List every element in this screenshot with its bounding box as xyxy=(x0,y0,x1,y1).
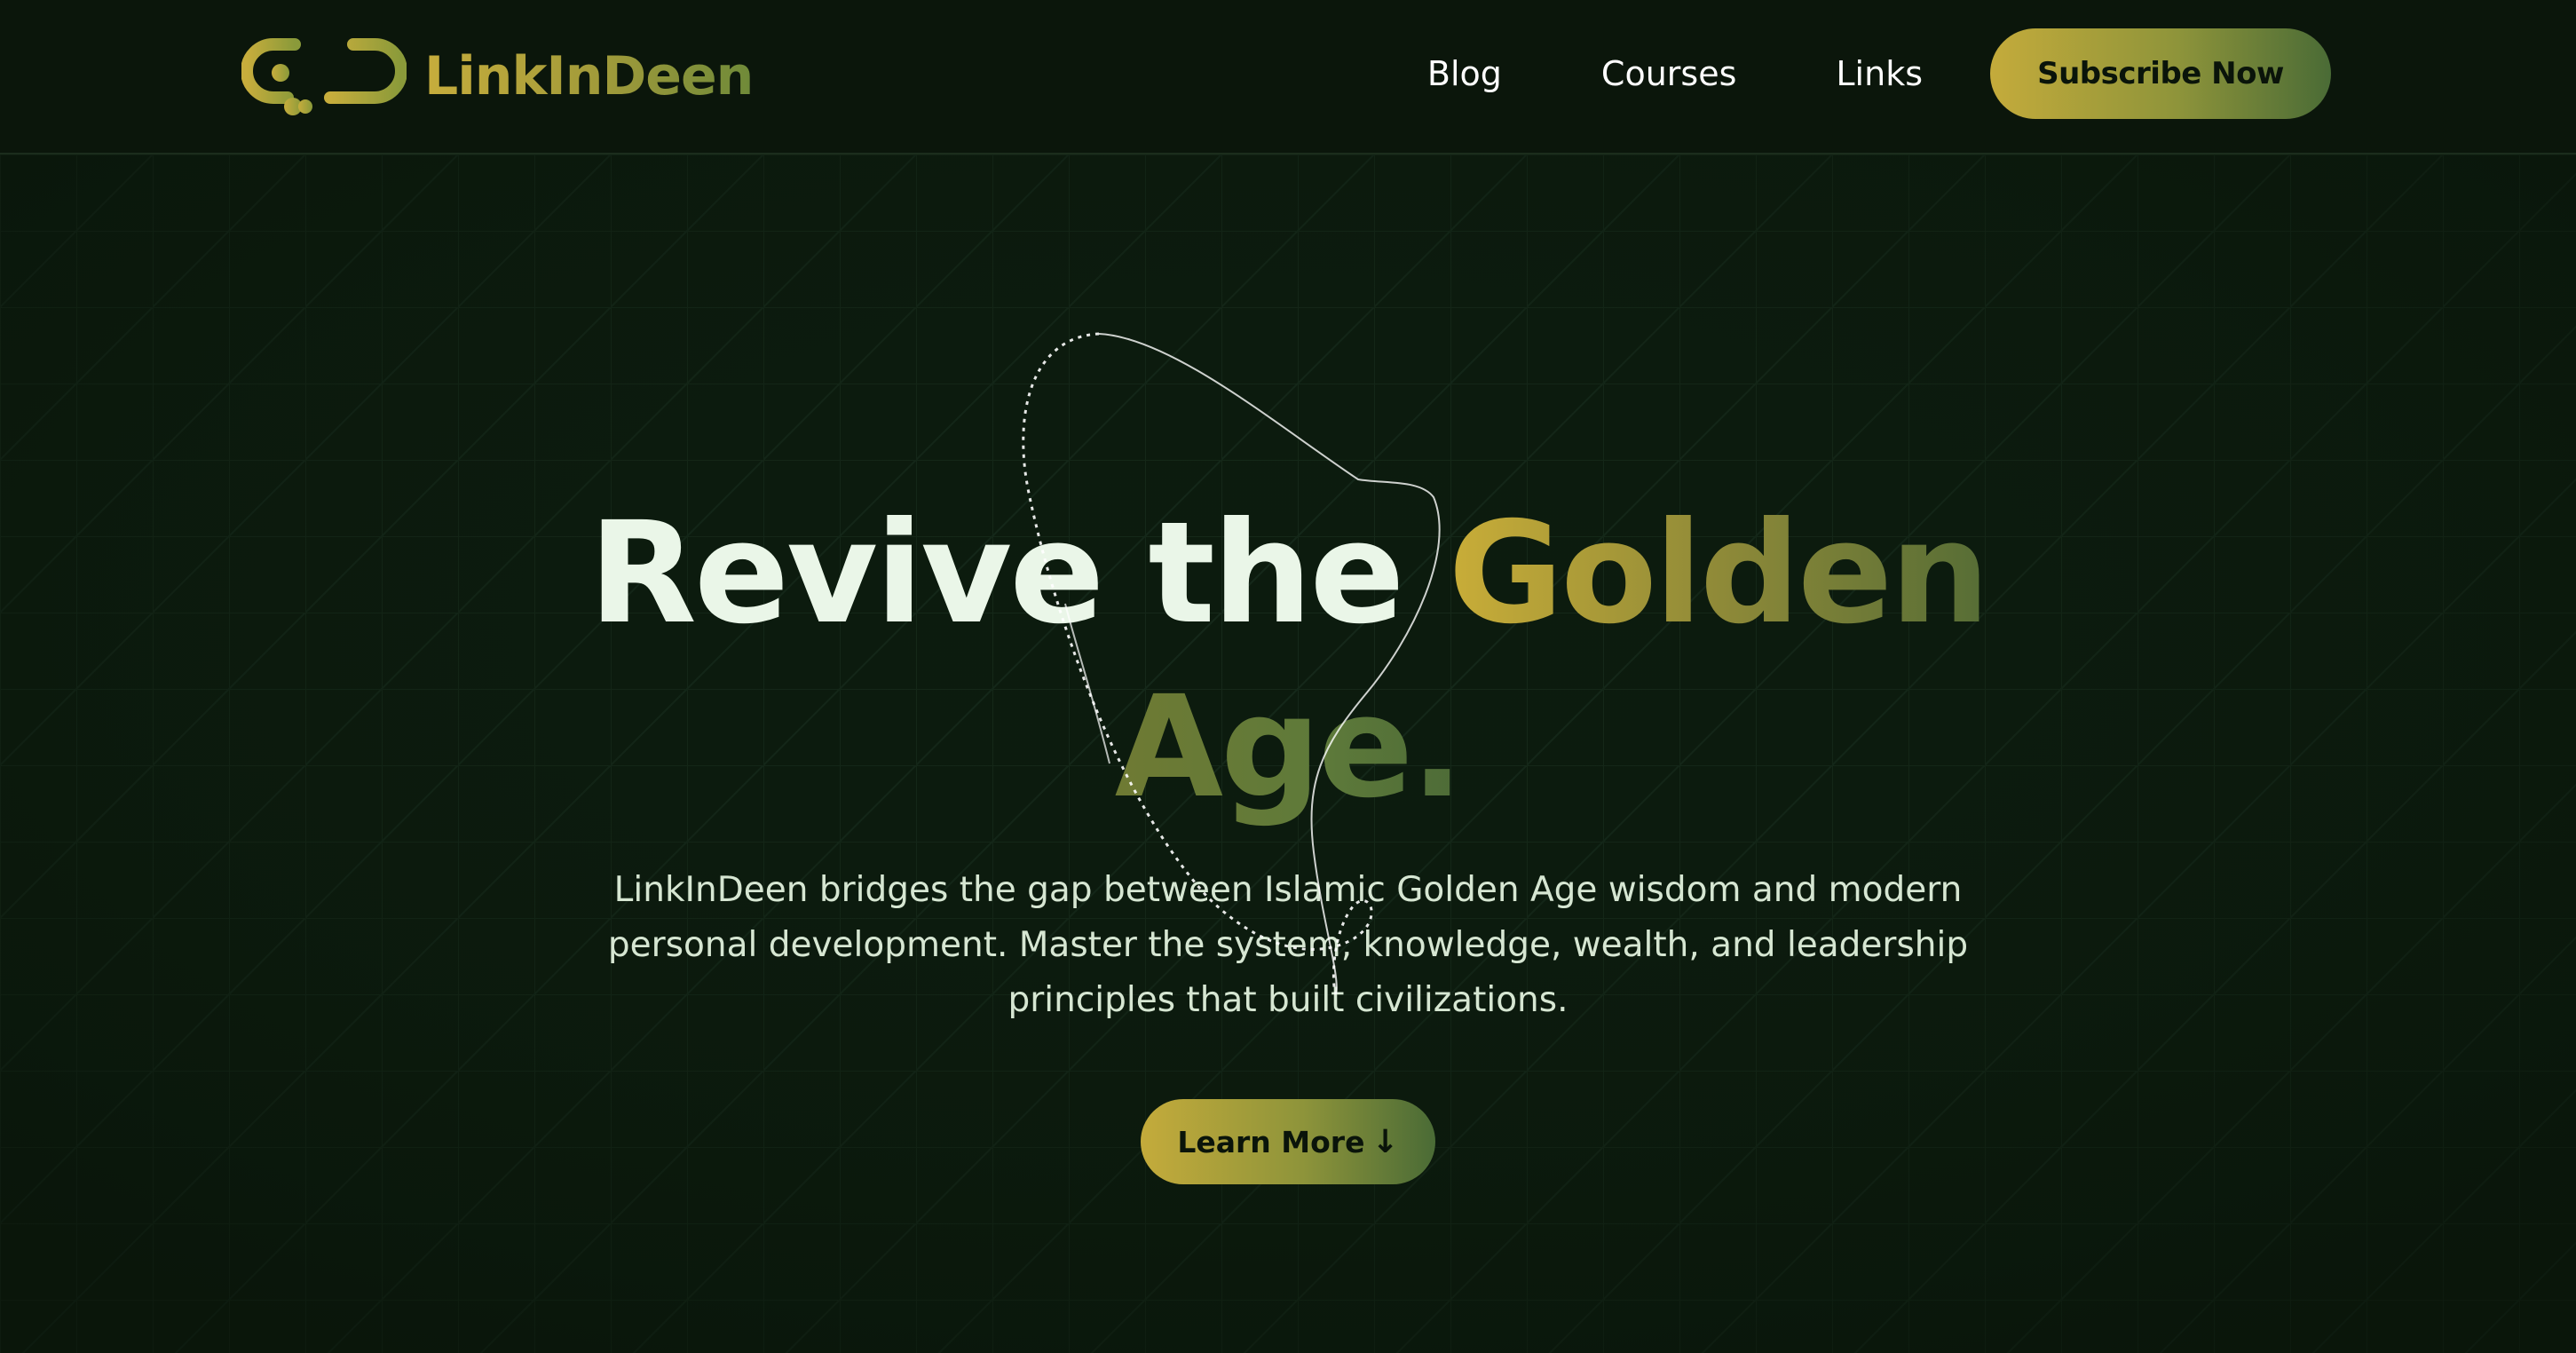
hero-title-accent: Golden xyxy=(1448,492,1990,655)
learn-more-button[interactable]: Learn More ↓ xyxy=(1141,1099,1435,1184)
landing-page: LinkInDeen Blog Courses Links Subscribe … xyxy=(0,0,2576,1353)
subscribe-button[interactable]: Subscribe Now xyxy=(1990,28,2331,119)
hero-title-accent-line2: Age. xyxy=(1114,666,1465,829)
chain-link-icon xyxy=(241,38,407,115)
hero-title-plain: Revive the xyxy=(589,492,1449,655)
learn-more-label: Learn More xyxy=(1177,1124,1365,1159)
nav-link-blog[interactable]: Blog xyxy=(1427,54,1502,93)
arrow-down-icon: ↓ xyxy=(1371,1123,1399,1160)
main-nav: Blog Courses Links Subscribe Now xyxy=(1427,28,2331,119)
hero-title: Revive the Golden Age. xyxy=(0,487,2576,835)
brand-logo[interactable]: LinkInDeen xyxy=(241,34,754,119)
nav-link-links[interactable]: Links xyxy=(1836,54,1923,93)
site-header: LinkInDeen Blog Courses Links Subscribe … xyxy=(0,0,2576,154)
nav-link-courses[interactable]: Courses xyxy=(1601,54,1736,93)
hero-description: LinkInDeen bridges the gap between Islam… xyxy=(607,870,1969,1020)
brand-name: LinkInDeen xyxy=(424,45,754,107)
